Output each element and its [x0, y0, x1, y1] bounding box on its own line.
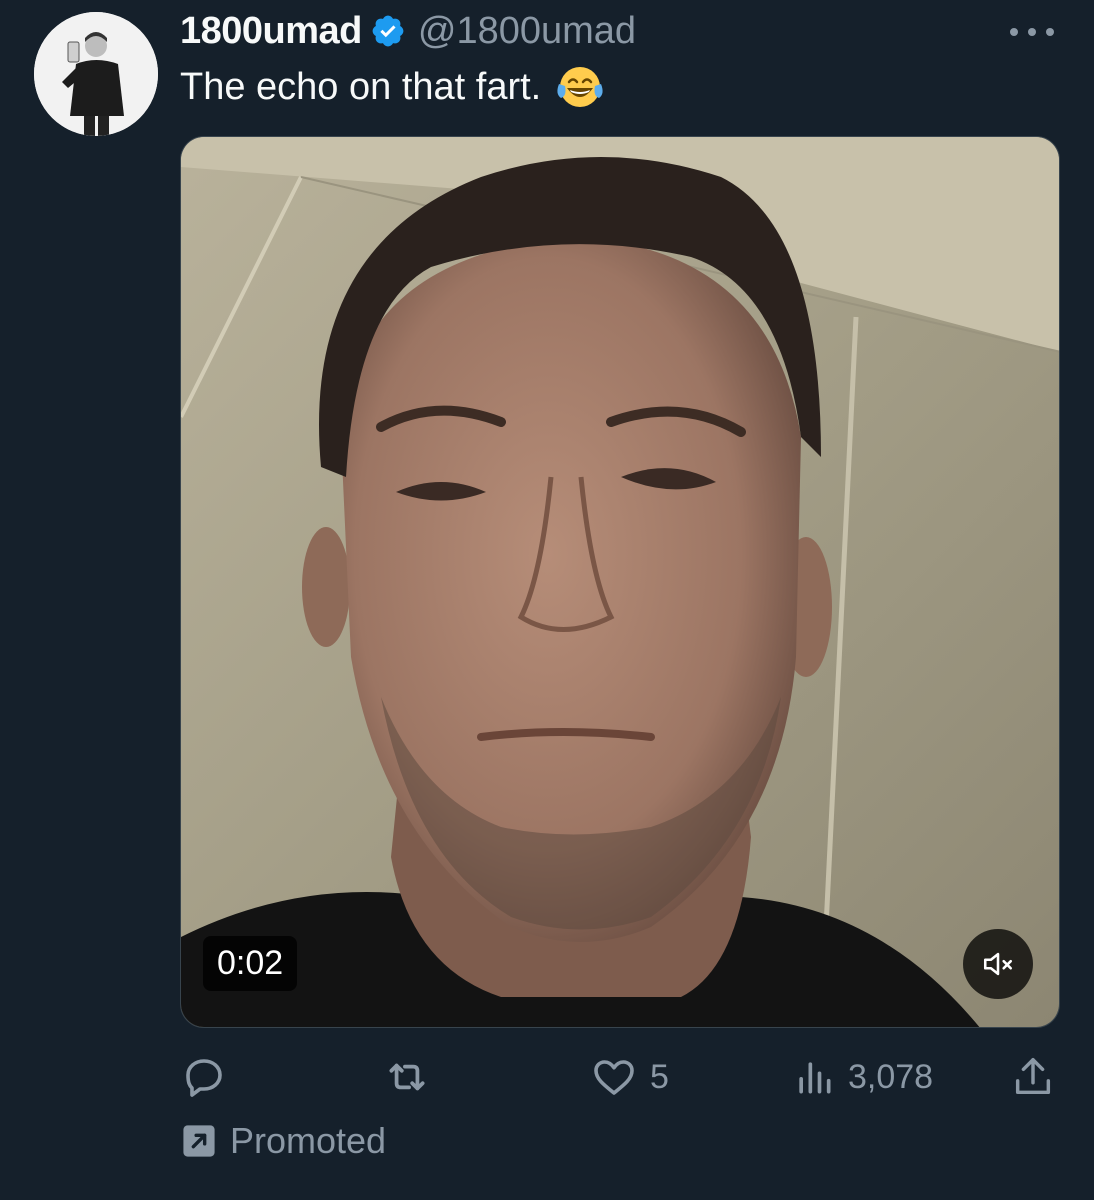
avatar-image	[34, 12, 158, 136]
tweet-text-row: The echo on that fart.	[180, 62, 605, 112]
reply-button[interactable]	[180, 1052, 240, 1102]
retweet-icon	[389, 1063, 425, 1091]
more-dots-icon[interactable]	[1010, 18, 1054, 46]
dot	[1028, 28, 1036, 36]
dot	[1046, 28, 1054, 36]
dot	[1010, 28, 1018, 36]
promoted-label-row[interactable]: Promoted	[182, 1120, 386, 1162]
like-button[interactable]: 5	[590, 1052, 669, 1102]
video-frame	[181, 137, 1059, 1027]
retweet-button[interactable]	[382, 1052, 444, 1102]
promoted-label: Promoted	[230, 1120, 387, 1161]
promoted-arrow-icon	[183, 1125, 215, 1157]
share-icon	[1015, 1058, 1051, 1095]
avatar[interactable]	[34, 12, 158, 136]
like-count: 5	[650, 1057, 669, 1096]
video-player[interactable]: 0:02	[180, 136, 1060, 1028]
reply-icon	[186, 1059, 222, 1097]
views-count: 3,078	[848, 1057, 934, 1096]
handle[interactable]: @1800umad	[418, 10, 636, 53]
share-button[interactable]	[1010, 1052, 1056, 1102]
volume-muted-icon[interactable]	[963, 929, 1033, 999]
tweet-actions: 5 3,078	[180, 1052, 1060, 1102]
views-button[interactable]: 3,078	[792, 1052, 933, 1102]
views-chart-icon	[799, 1062, 831, 1094]
video-timer: 0:02	[203, 936, 298, 991]
tweet-text: The echo on that fart.	[180, 65, 542, 108]
heart-icon	[594, 1060, 634, 1095]
display-name[interactable]: 1800umad	[180, 10, 362, 53]
face-with-tears-of-joy-icon	[557, 67, 603, 107]
speaker-icon	[983, 952, 1013, 976]
tweet: 1800umad @1800umad The echo on that fart…	[0, 0, 1094, 1200]
verified-badge-icon[interactable]	[370, 13, 406, 49]
tweet-header: 1800umad @1800umad	[180, 8, 636, 54]
